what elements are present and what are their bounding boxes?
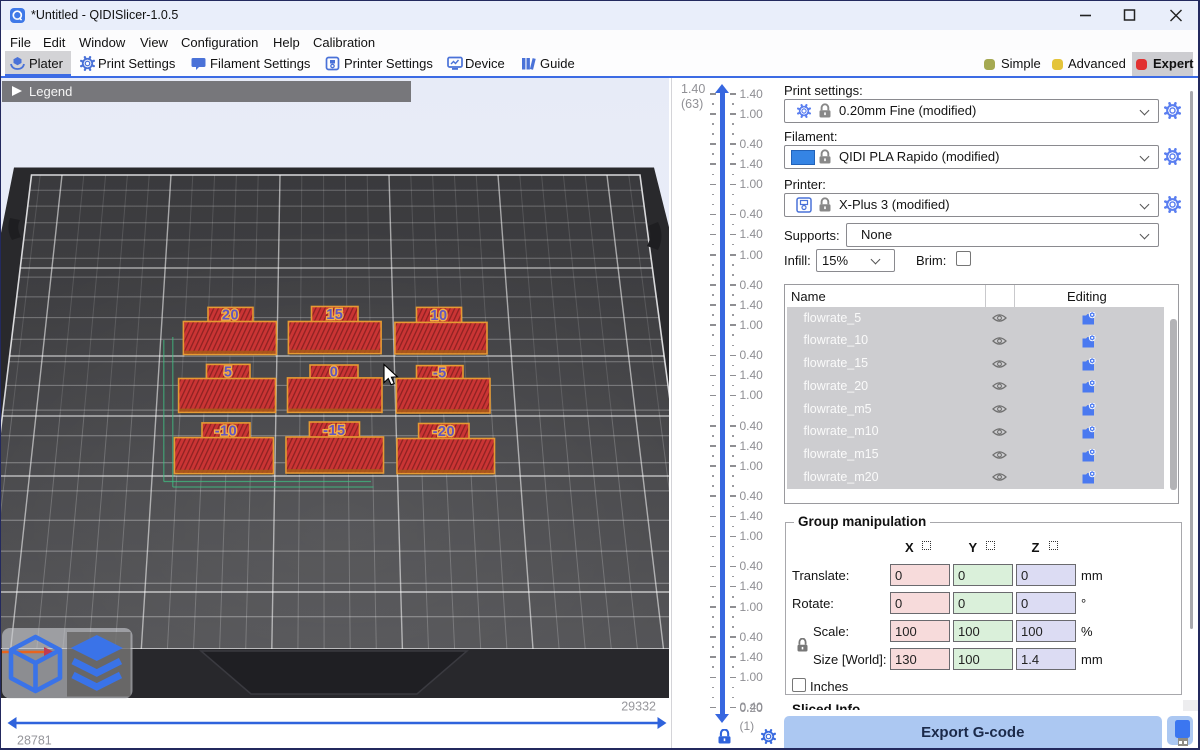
svg-text:-10: -10	[215, 424, 237, 440]
svg-text:28781: 28781	[17, 734, 52, 748]
svg-text:29332: 29332	[621, 700, 656, 714]
svg-text:10: 10	[430, 308, 447, 324]
svg-text:20: 20	[222, 308, 239, 324]
svg-text:0: 0	[330, 365, 339, 381]
svg-text:15: 15	[326, 307, 343, 323]
svg-text:-5: -5	[433, 365, 447, 381]
svg-text:5: 5	[224, 365, 233, 381]
svg-text:-20: -20	[433, 424, 455, 440]
svg-text:-15: -15	[323, 423, 345, 439]
